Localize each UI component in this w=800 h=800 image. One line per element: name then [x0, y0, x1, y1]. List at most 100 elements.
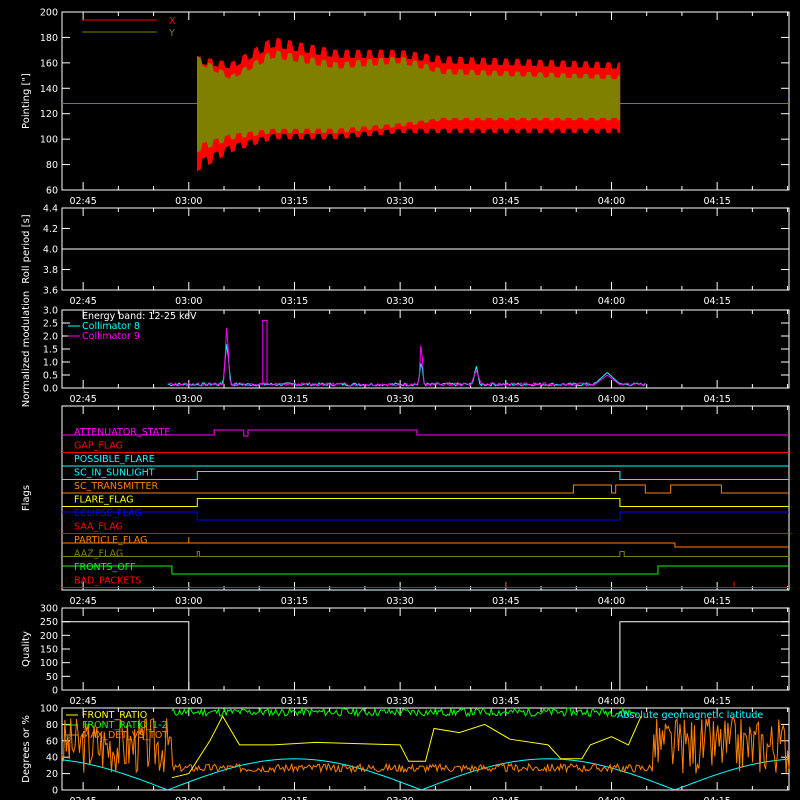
flag-line-flare-flag	[62, 498, 789, 507]
y-tick-label: 0	[52, 786, 58, 797]
flag-label-bad-packets: BAD_PACKETS	[74, 576, 141, 587]
flag-label-attenuator-state: ATTENUATOR_STATE	[74, 427, 170, 438]
y-axis-label: Pointing ["]	[21, 73, 32, 129]
x-tick-label: 03:45	[492, 596, 519, 607]
y-tick-label: 160	[40, 58, 58, 69]
x-tick-label: 04:15	[703, 596, 730, 607]
x-tick-label: 03:45	[492, 296, 519, 307]
y-tick-label: 4.0	[43, 245, 58, 256]
max-det-vs-tot-line	[61, 717, 790, 774]
x-tick-label: 03:15	[281, 696, 308, 707]
x-tick-label: 04:00	[598, 696, 625, 707]
y-tick-label: 1.5	[43, 345, 58, 356]
y-tick-label: 180	[40, 33, 58, 44]
y-tick-label: 140	[40, 84, 58, 95]
y-tick-label: 3.6	[43, 286, 58, 297]
legend-label-Collimator-9: Collimator 9	[82, 331, 140, 342]
x-tick-label: 03:45	[492, 796, 519, 800]
flag-label-possible-flare: POSSIBLE_FLARE	[74, 454, 155, 465]
legend-label-max-det-vs-tot: MAX_DET_VS_TOT	[82, 730, 168, 741]
x-tick-label: 02:45	[69, 596, 96, 607]
x-tick-label: 03:30	[386, 394, 413, 405]
y-tick-label: 40	[46, 753, 58, 764]
x-tick-label: 03:45	[492, 196, 519, 207]
x-tick-label: 03:15	[281, 196, 308, 207]
front-ratio-1-2-line	[171, 706, 638, 718]
x-tick-label: 03:00	[175, 196, 202, 207]
x-tick-label: 04:00	[598, 596, 625, 607]
x-tick-label: 03:30	[386, 796, 413, 800]
y-tick-label: 3.8	[43, 265, 58, 276]
flag-label-particle-flag: PARTICLE_FLAG	[74, 535, 147, 546]
quality-line	[62, 621, 789, 691]
y-tick-label: 4.2	[43, 224, 58, 235]
collimator-8-line	[167, 344, 646, 387]
x-tick-label: 03:30	[386, 296, 413, 307]
y-tick-label: 4.4	[43, 204, 58, 215]
y-tick-label: 100	[40, 704, 58, 715]
y-tick-label: 200	[40, 8, 58, 19]
y-tick-label: 50	[46, 672, 58, 683]
y-tick-label: 0.5	[43, 371, 58, 382]
flag-line-sc-in-sunlight	[62, 471, 789, 480]
panel-frame-quality	[61, 607, 790, 691]
y-axis-label: Flags	[21, 485, 32, 511]
x-tick-label: 03:00	[175, 296, 202, 307]
y-tick-label: 80	[46, 160, 58, 171]
x-tick-label: 03:45	[492, 696, 519, 707]
x-tick-label: 04:00	[598, 394, 625, 405]
y-tick-label: 3.0	[43, 306, 58, 317]
flag-label-sc-transmitter: SC_TRANSMITTER	[74, 481, 159, 492]
y-tick-label: 0	[52, 686, 58, 697]
flag-label-saa-flag: SAA_FLAG	[74, 522, 123, 533]
hessi-observing-summary: 02:45 03:00 03:15 03:30 03:45 04:00 04:1520018…	[21, 8, 790, 800]
legend-label-Y: Y	[168, 28, 175, 39]
legend-label-X: X	[169, 16, 176, 27]
x-tick-label: 02:45	[69, 696, 96, 707]
x-tick-label: 02:45	[69, 296, 96, 307]
x-tick-label: 02:45	[69, 196, 96, 207]
x-tick-label: 04:00	[598, 796, 625, 800]
y-tick-label: 250	[40, 617, 58, 628]
flag-line-sc-transmitter	[62, 484, 789, 494]
flag-label-gap-flag: GAP_FLAG	[74, 441, 123, 452]
y-tick-label: 60	[46, 186, 58, 197]
y-tick-label: 0.0	[43, 384, 58, 395]
y-axis-label: Roll period [s]	[21, 214, 32, 283]
y-axis-label: Normalized modulation	[21, 291, 32, 408]
y-tick-label: 80	[46, 720, 58, 731]
x-tick-label: 04:15	[703, 394, 730, 405]
legend-label-absolute-geomagnetic-latitude: Absolute geomagnetic latitude	[617, 710, 763, 721]
flag-line-aaz-flag	[62, 551, 789, 557]
flag-label-aaz-flag: AAZ_FLAG	[74, 549, 123, 560]
y-tick-label: 20	[46, 769, 58, 780]
x-tick-label: 03:30	[386, 596, 413, 607]
x-tick-label: 04:15	[703, 696, 730, 707]
y-axis-label: Quality	[21, 631, 32, 667]
x-tick-label: 03:30	[386, 696, 413, 707]
collimator-9-line	[167, 328, 646, 387]
x-tick-label: 03:00	[175, 596, 202, 607]
x-tick-label: 03:00	[175, 696, 202, 707]
y-tick-label: 120	[40, 109, 58, 120]
y-tick-label: 100	[40, 135, 58, 146]
flag-label-fronts-off: FRONTS_OFF	[74, 562, 136, 573]
flag-label-eclipse-flag: ECLIPSE_FLAG	[74, 508, 142, 519]
x-tick-label: 03:30	[386, 196, 413, 207]
y-tick-label: 200	[40, 631, 58, 642]
flag-line-attenuator-state	[62, 429, 789, 437]
x-tick-label: 04:15	[703, 296, 730, 307]
y-tick-label: 2.5	[43, 319, 58, 330]
flag-label-sc-in-sunlight: SC_IN_SUNLIGHT	[74, 468, 155, 479]
x-tick-label: 03:00	[175, 796, 202, 800]
x-tick-label: 02:45	[69, 394, 96, 405]
x-tick-label: 02:45	[69, 796, 96, 800]
flag-line-particle-flag	[62, 537, 789, 548]
x-tick-label: 03:15	[281, 796, 308, 800]
y-tick-label: 60	[46, 736, 58, 747]
collimator-9-spike	[262, 319, 268, 386]
x-tick-label: 04:15	[703, 796, 730, 800]
geomag-latitude-line	[61, 758, 790, 791]
x-tick-label: 03:15	[281, 296, 308, 307]
flag-label-flare-flag: FLARE_FLAG	[74, 495, 134, 506]
